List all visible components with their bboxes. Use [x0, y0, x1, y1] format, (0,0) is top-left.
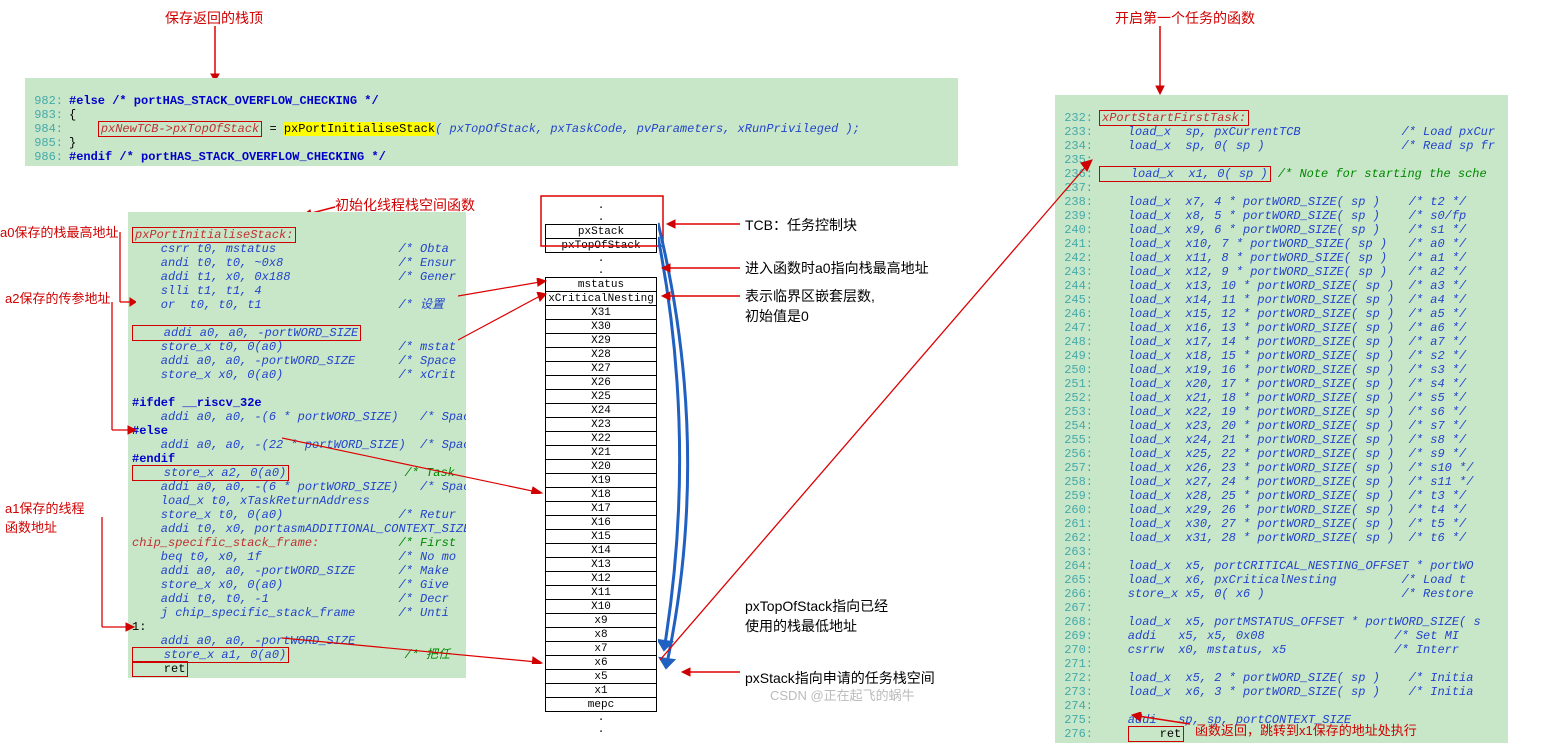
arrow-a1-thread	[100, 515, 136, 635]
code-block-1: 982:#else /* portHAS_STACK_OVERFLOW_CHEC…	[25, 78, 958, 166]
anno-start-first-task: 开启第一个任务的函数	[1115, 8, 1255, 28]
arrow-a2-store	[282, 434, 545, 494]
anno-save-stacktop: 保存返回的栈顶	[165, 8, 263, 28]
arrow-ret	[1130, 712, 1195, 730]
arrow-xcrit	[458, 292, 548, 347]
arrow-top-left	[205, 26, 225, 81]
arrow-mepc-to-x1	[660, 158, 1095, 668]
arrow-a0-high	[118, 230, 136, 310]
anno-a2-param: a2保存的传参地址	[5, 288, 110, 307]
arrow-a1-store	[282, 634, 545, 664]
stack-table: . . pxStack pxTopOfStack . . mstatusxCri…	[545, 200, 657, 736]
anno-a0-high: a0保存的栈最高地址	[0, 222, 118, 241]
anno-ret: 函数返回，跳转到x1保存的地址处执行	[1195, 720, 1417, 739]
anno-a1-thread: a1保存的线程 函数地址	[5, 498, 84, 536]
watermark: CSDN @正在起飞的蜗牛	[770, 685, 915, 704]
arrow-a2-param	[110, 300, 136, 440]
tcb-box	[540, 195, 665, 250]
arrow-top-right	[1150, 26, 1170, 96]
code-block-3: 232:xPortStartFirstTask: 233: load_x sp,…	[1055, 95, 1508, 743]
